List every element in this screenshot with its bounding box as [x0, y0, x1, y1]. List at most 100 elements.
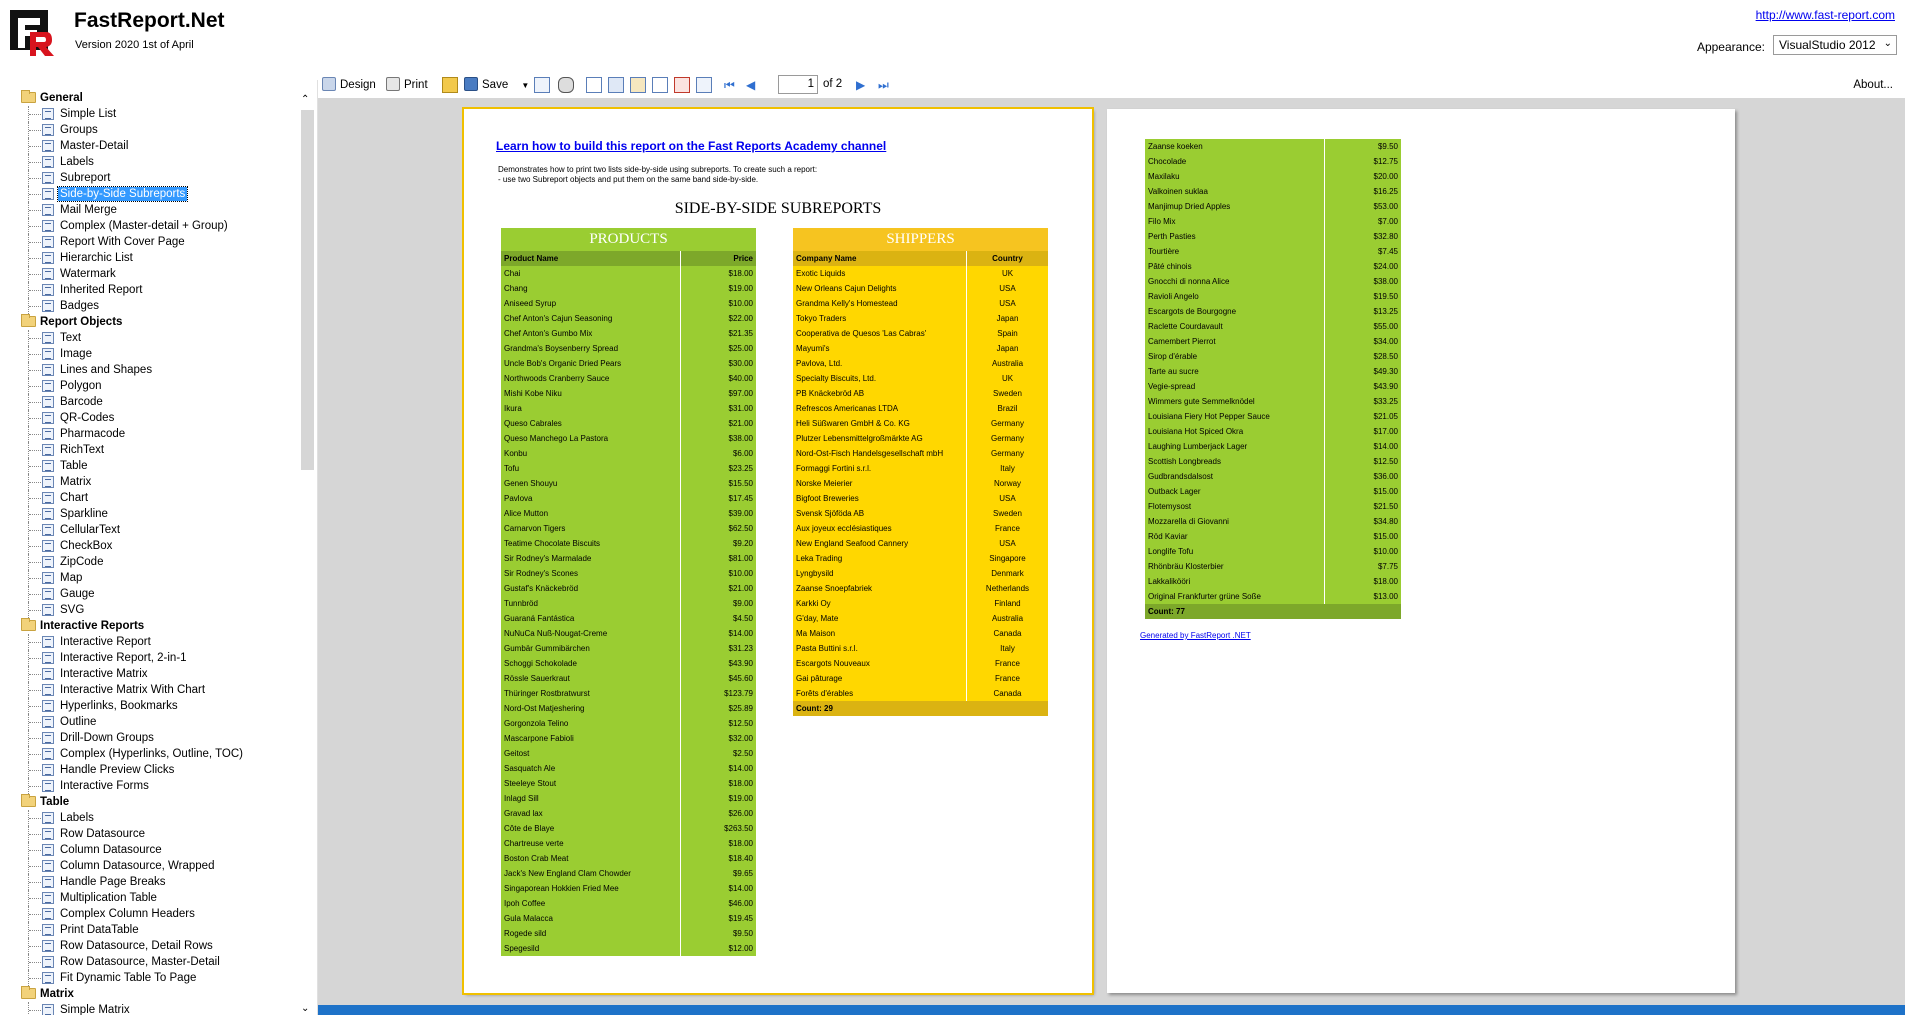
academy-link[interactable]: Learn how to build this report on the Fa… [496, 139, 886, 153]
tree-item[interactable]: Row Datasource, Detail Rows [20, 938, 290, 954]
tree-item[interactable]: Badges [20, 298, 290, 314]
copy-page-icon[interactable] [652, 77, 668, 93]
generated-by-link[interactable]: Generated by FastReport .NET [1140, 631, 1251, 640]
report-file-icon [42, 1004, 54, 1015]
tree-item[interactable]: Hyperlinks, Bookmarks [20, 698, 290, 714]
tree-item-label: Pharmacode [60, 428, 126, 440]
tree-item[interactable]: Table [20, 458, 290, 474]
save-dropdown-icon[interactable]: ▼ [521, 81, 529, 90]
email-icon[interactable] [534, 77, 550, 93]
scroll-down-icon[interactable]: ⌄ [301, 1003, 309, 1014]
previous-page-icon[interactable]: ◀ [746, 77, 762, 93]
tree-item[interactable]: Interactive Matrix With Chart [20, 682, 290, 698]
tree-item[interactable]: Watermark [20, 266, 290, 282]
tree-item[interactable]: Polygon [20, 378, 290, 394]
tree-item[interactable]: Pharmacode [20, 426, 290, 442]
tree-item[interactable]: Drill-Down Groups [20, 730, 290, 746]
tree-item[interactable]: Complex Column Headers [20, 906, 290, 922]
tree-item[interactable]: Matrix [20, 474, 290, 490]
tree-item[interactable]: Outline [20, 714, 290, 730]
tree-group[interactable]: General [20, 90, 290, 106]
tree-item[interactable]: Sparkline [20, 506, 290, 522]
report-preview[interactable]: Learn how to build this report on the Fa… [318, 98, 1905, 1015]
tree-item[interactable]: ZipCode [20, 554, 290, 570]
tree-group[interactable]: Interactive Reports [20, 618, 290, 634]
tree-item[interactable]: Side-by-Side Subreports [20, 186, 290, 202]
table-cell: $2.50 [732, 749, 753, 758]
table-cell: $39.00 [728, 509, 753, 518]
open-folder-icon[interactable] [442, 77, 458, 93]
tree-item[interactable]: Column Datasource [20, 842, 290, 858]
tree-item[interactable]: Chart [20, 490, 290, 506]
tree-item[interactable]: Image [20, 346, 290, 362]
tree-line [29, 466, 41, 467]
tree-item[interactable]: Mail Merge [20, 202, 290, 218]
tree-item[interactable]: Interactive Report, 2-in-1 [20, 650, 290, 666]
tree-item[interactable]: Interactive Report [20, 634, 290, 650]
report-file-icon [42, 508, 54, 520]
outline-panel-icon[interactable] [586, 77, 602, 93]
design-button[interactable]: Design [322, 77, 376, 93]
last-page-icon[interactable]: ⏭ [878, 77, 894, 93]
tree-item[interactable]: Simple Matrix [20, 1002, 290, 1015]
tree-item[interactable]: Complex (Master-detail + Group) [20, 218, 290, 234]
tree-item[interactable]: Interactive Matrix [20, 666, 290, 682]
save-button[interactable]: Save ▼ [464, 77, 529, 93]
tree-item[interactable]: QR-Codes [20, 410, 290, 426]
appearance-select[interactable]: VisualStudio 2012 ⌄ [1773, 35, 1897, 55]
tree-group[interactable]: Report Objects [20, 314, 290, 330]
print-button[interactable]: Print [386, 77, 428, 93]
tree-item[interactable]: Master-Detail [20, 138, 290, 154]
tree-item[interactable]: Multiplication Table [20, 890, 290, 906]
tree-item[interactable]: Row Datasource, Master-Detail [20, 954, 290, 970]
tree-item[interactable]: Simple List [20, 106, 290, 122]
edit-page-icon[interactable] [630, 77, 646, 93]
table-row: Côte de Blaye $263.50 [501, 821, 756, 836]
watermark-icon[interactable] [696, 77, 712, 93]
page-number-input[interactable]: 1 [778, 75, 818, 94]
report-file-icon [42, 588, 54, 600]
tree-item[interactable]: SVG [20, 602, 290, 618]
tree-item[interactable]: Map [20, 570, 290, 586]
tree-group[interactable]: Matrix [20, 986, 290, 1002]
next-page-icon[interactable]: ▶ [856, 77, 872, 93]
tree-item[interactable]: Subreport [20, 170, 290, 186]
tree-item[interactable]: Row Datasource [20, 826, 290, 842]
scrollbar-thumb[interactable] [301, 110, 314, 470]
page-setup-icon[interactable] [608, 77, 624, 93]
tree-item[interactable]: Column Datasource, Wrapped [20, 858, 290, 874]
tree-item-label: Labels [60, 156, 94, 168]
tree-item[interactable]: Complex (Hyperlinks, Outline, TOC) [20, 746, 290, 762]
table-row: Scottish Longbreads $12.50 [1145, 454, 1401, 469]
tree-item[interactable]: RichText [20, 442, 290, 458]
tree-item[interactable]: Text [20, 330, 290, 346]
tree-item[interactable]: Handle Preview Clicks [20, 762, 290, 778]
tree-item[interactable]: Labels [20, 154, 290, 170]
tree-item[interactable]: Labels [20, 810, 290, 826]
scroll-up-icon[interactable]: ⌃ [301, 94, 309, 105]
tree-item[interactable]: Handle Page Breaks [20, 874, 290, 890]
delete-page-icon[interactable] [674, 77, 690, 93]
tree-item[interactable]: Fit Dynamic Table To Page [20, 970, 290, 986]
tree-item[interactable]: Lines and Shapes [20, 362, 290, 378]
tree-group[interactable]: Table [20, 794, 290, 810]
tree-item[interactable]: CheckBox [20, 538, 290, 554]
tree-item[interactable]: Print DataTable [20, 922, 290, 938]
page-count: of 2 [823, 78, 843, 90]
tree-item[interactable]: Gauge [20, 586, 290, 602]
table-cell: $19.00 [728, 794, 753, 803]
tree-item[interactable]: Report With Cover Page [20, 234, 290, 250]
about-button[interactable]: About... [1853, 79, 1893, 91]
tree-item[interactable]: CellularText [20, 522, 290, 538]
tree-item[interactable]: Interactive Forms [20, 778, 290, 794]
find-binoculars-icon[interactable] [558, 77, 574, 93]
tree-item-label: Complex Column Headers [60, 908, 195, 920]
website-link[interactable]: http://www.fast-report.com [1756, 8, 1895, 22]
tree-item[interactable]: Inherited Report [20, 282, 290, 298]
tree-item[interactable]: Hierarchic List [20, 250, 290, 266]
preview-scrollbar[interactable] [1893, 98, 1905, 1005]
tree-item[interactable]: Groups [20, 122, 290, 138]
sidebar-scrollbar[interactable]: ⌃ ⌄ [299, 94, 315, 1014]
tree-item[interactable]: Barcode [20, 394, 290, 410]
first-page-icon[interactable]: ⏮ [724, 77, 740, 93]
